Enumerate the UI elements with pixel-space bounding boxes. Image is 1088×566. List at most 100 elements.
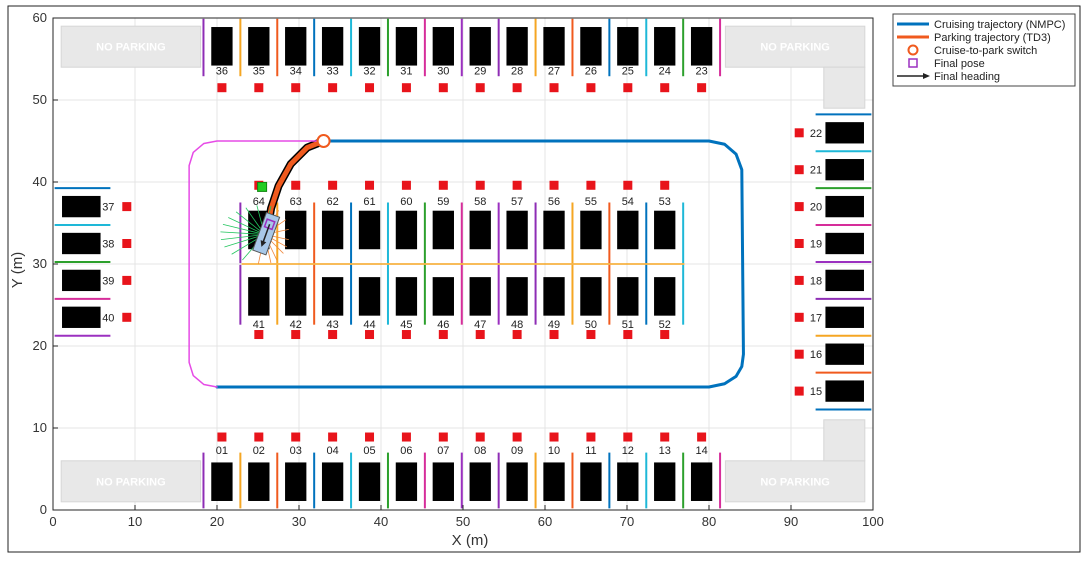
waypoint-marker	[475, 83, 485, 93]
top-spot	[690, 27, 713, 66]
center-top-spot-label: 60	[400, 196, 412, 208]
bottom-spot-label: 02	[253, 445, 265, 457]
right-spot-label: 22	[810, 128, 822, 140]
no-parking-label: NO PARKING	[760, 476, 829, 488]
top-spot-label: 34	[290, 66, 302, 78]
center-top-spot-label: 54	[622, 196, 634, 208]
left-spot	[62, 269, 101, 292]
center-bottom-spot-label: 41	[253, 319, 265, 331]
waypoint-marker	[660, 83, 670, 93]
x-axis-label: X (m)	[452, 532, 489, 549]
center-top-spot	[543, 210, 565, 250]
bottom-spot	[580, 462, 602, 501]
top-spot	[211, 27, 233, 66]
x-tick-label: 90	[784, 514, 798, 529]
waypoint-marker	[475, 330, 485, 340]
center-bottom-spot-label: 48	[511, 319, 523, 331]
legend-label: Final pose	[934, 58, 985, 70]
bottom-spot	[285, 462, 307, 501]
waypoint-marker	[794, 349, 804, 359]
no-parking-label: NO PARKING	[760, 42, 829, 54]
top-spot-label: 27	[548, 66, 560, 78]
no-parking-zone-ext	[823, 66, 866, 109]
waypoint-marker	[122, 239, 132, 248]
x-tick-label: 100	[862, 514, 884, 529]
waypoint-marker	[328, 330, 338, 340]
waypoint-marker	[794, 312, 804, 322]
x-tick-label: 0	[49, 514, 56, 529]
center-bottom-spot-label: 44	[363, 319, 375, 331]
waypoint-marker	[328, 432, 338, 442]
waypoint-marker	[328, 83, 338, 93]
y-tick-label: 20	[33, 338, 47, 353]
right-spot	[825, 343, 864, 365]
y-tick-label: 0	[40, 502, 47, 517]
center-bottom-spot	[617, 277, 639, 316]
waypoint-marker	[794, 202, 804, 212]
left-spot-label: 39	[102, 275, 114, 287]
parking-lot-figure: NO PARKING NO PARKING NO PARKING NO PARKING…	[0, 0, 1088, 561]
y-axis-label: Y (m)	[9, 252, 26, 288]
x-tick-label: 20	[210, 514, 224, 529]
legend-label: Cruise-to-park switch	[934, 45, 1037, 57]
center-top-spot	[358, 210, 381, 250]
waypoint-marker	[512, 83, 522, 93]
no-parking-label: NO PARKING	[96, 42, 165, 54]
waypoint-marker	[122, 275, 132, 285]
right-spot	[825, 269, 864, 292]
center-bottom-spot-label: 42	[290, 319, 302, 331]
right-spot-label: 15	[810, 386, 822, 398]
waypoint-marker	[365, 432, 375, 442]
center-top-spot	[580, 210, 602, 250]
center-bottom-spot-label: 43	[326, 319, 338, 331]
waypoint-marker	[623, 432, 633, 442]
top-spot	[654, 27, 676, 66]
right-spot	[825, 195, 864, 218]
bottom-spot	[506, 462, 528, 501]
center-top-spot	[321, 210, 344, 250]
waypoint-marker	[438, 180, 448, 190]
legend: Cruising trajectory (NMPC)Parking trajec…	[892, 13, 1076, 87]
waypoint-marker	[697, 83, 707, 93]
waypoint-marker	[549, 432, 559, 442]
right-spot-label: 18	[810, 275, 822, 287]
waypoint-marker	[438, 330, 448, 340]
top-spot	[543, 27, 565, 66]
waypoint-marker	[122, 312, 132, 322]
waypoint-marker	[254, 432, 264, 442]
waypoint-marker	[660, 330, 670, 340]
waypoint-marker	[794, 386, 804, 396]
top-spot	[395, 27, 418, 66]
x-tick-label: 10	[128, 514, 142, 529]
bottom-spot-label: 11	[585, 445, 596, 457]
bottom-spot	[654, 462, 676, 501]
waypoint-marker	[254, 83, 264, 93]
waypoint-marker	[549, 180, 559, 190]
waypoint-marker	[475, 180, 485, 190]
bottom-spot	[543, 462, 565, 501]
waypoint-marker	[794, 165, 804, 175]
center-bottom-spot	[506, 277, 528, 316]
waypoint-marker	[623, 83, 633, 93]
center-top-spot-label: 61	[363, 196, 375, 208]
waypoint-marker	[365, 83, 375, 93]
center-bottom-spot	[358, 277, 381, 316]
top-spot-label: 29	[474, 66, 486, 78]
bottom-spot	[395, 462, 418, 501]
top-spot	[358, 27, 381, 66]
center-top-spot	[617, 210, 639, 250]
top-spot	[617, 27, 639, 66]
bottom-spot-label: 01	[216, 445, 228, 457]
top-spot	[432, 27, 454, 66]
waypoint-marker	[217, 432, 227, 442]
waypoint-marker	[438, 432, 448, 442]
center-bottom-spot-label: 51	[622, 319, 634, 331]
top-spot	[580, 27, 602, 66]
top-spot-label: 24	[659, 66, 671, 78]
bottom-spot-label: 08	[474, 445, 486, 457]
center-top-spot	[285, 210, 307, 250]
waypoint-marker	[438, 83, 448, 93]
bottom-spot	[690, 462, 713, 501]
bottom-spot	[358, 462, 381, 501]
center-top-spot-label: 55	[585, 196, 597, 208]
